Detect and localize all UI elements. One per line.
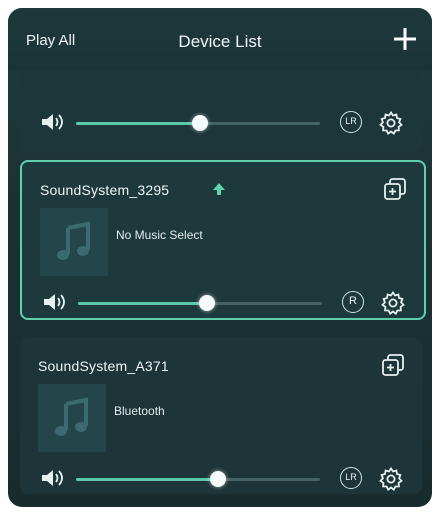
gear-icon[interactable]: [378, 110, 404, 136]
group-speakers-icon[interactable]: [380, 352, 406, 378]
source-label: Bluetooth: [114, 404, 165, 418]
music-note-icon: [57, 221, 90, 260]
speaker-icon[interactable]: [40, 111, 66, 133]
volume-knob[interactable]: [192, 115, 209, 131]
album-art: [40, 208, 108, 276]
volume-controls: LR: [20, 108, 422, 138]
volume-fill: [76, 122, 201, 125]
device-card[interactable]: SoundSystem_A371 Bluetooth LR: [20, 338, 422, 494]
upload-arrow-icon: [213, 183, 225, 195]
device-card[interactable]: LR: [20, 70, 422, 152]
speaker-icon[interactable]: [42, 291, 68, 313]
volume-slider[interactable]: [76, 115, 320, 131]
device-card-selected[interactable]: SoundSystem_3295 No Music Select R: [20, 160, 426, 320]
volume-fill: [78, 302, 208, 305]
volume-slider[interactable]: [76, 471, 320, 487]
device-name: SoundSystem_A371: [38, 358, 169, 374]
page-title: Device List: [178, 32, 262, 51]
volume-controls: LR: [20, 464, 422, 494]
device-name: SoundSystem_3295: [40, 182, 170, 198]
volume-knob[interactable]: [199, 295, 216, 311]
channel-badge[interactable]: LR: [340, 467, 362, 489]
header-bar: Play All Device List: [8, 8, 432, 70]
volume-slider[interactable]: [78, 295, 322, 311]
channel-badge[interactable]: R: [342, 291, 364, 313]
plus-icon[interactable]: [392, 26, 418, 52]
device-list-screen: Play All Device List LR SoundSystem_3295…: [8, 8, 432, 507]
group-speakers-icon[interactable]: [382, 176, 408, 202]
gear-icon[interactable]: [380, 290, 406, 316]
speaker-icon[interactable]: [40, 467, 66, 489]
channel-badge[interactable]: LR: [340, 111, 362, 133]
volume-controls: R: [22, 288, 424, 318]
source-label: No Music Select: [116, 228, 203, 242]
gear-icon[interactable]: [378, 466, 404, 492]
volume-fill: [76, 478, 218, 481]
volume-knob[interactable]: [209, 471, 226, 487]
music-note-icon: [55, 397, 88, 436]
album-art: [38, 384, 106, 452]
